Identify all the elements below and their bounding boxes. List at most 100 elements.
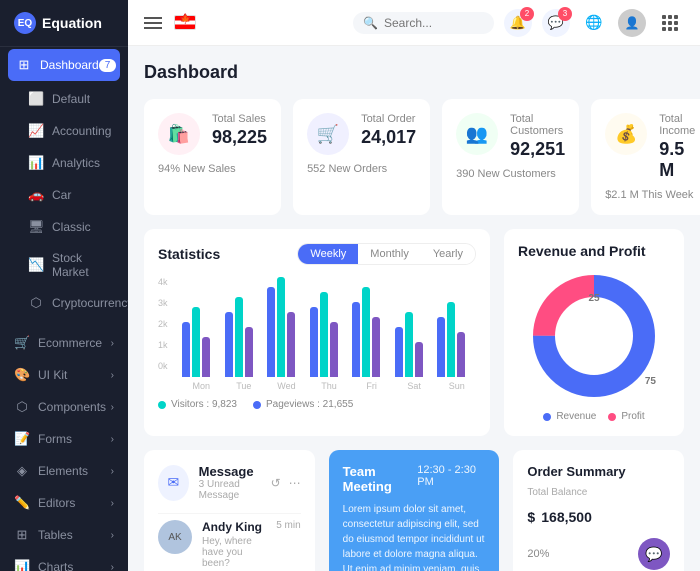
bar-mon-purple: [202, 337, 210, 377]
tab-weekly[interactable]: Weekly: [298, 244, 358, 264]
header-left: [144, 15, 196, 30]
sidebar-item-elements[interactable]: ◈ Elements ›: [0, 455, 128, 487]
bar-group-sat: [395, 312, 434, 377]
flag-icon: [174, 15, 196, 30]
order-title: Order Summary: [527, 464, 670, 479]
x-label-mon: Mon: [182, 381, 221, 391]
chat-fab-button[interactable]: 💬: [638, 538, 670, 570]
content: Dashboard 🛍️ Total Sales 98,225 94% New …: [128, 46, 700, 571]
visitors-dot: [158, 401, 166, 409]
statistics-tabs: Weekly Monthly Yearly: [297, 243, 476, 265]
chart-area: 4k 3k 2k 1k 0k: [158, 277, 476, 391]
orders-sub: 552 New Orders: [307, 163, 416, 175]
sidebar-item-ecommerce[interactable]: 🛒 Ecommerce ›: [0, 327, 128, 359]
notification-chat-button[interactable]: 💬 3: [542, 9, 570, 37]
logo: EQ Equation: [0, 0, 128, 47]
crypto-icon: ⬡: [28, 295, 44, 311]
chevron-right-icon: ›: [111, 562, 114, 571]
order-percent: 20%: [527, 548, 549, 560]
more-icon[interactable]: ⋯: [289, 476, 301, 490]
chevron-right-icon: ›: [111, 370, 114, 381]
bar-tue-teal: [235, 297, 243, 377]
bar-mon-blue: [182, 322, 190, 377]
donut-chart: 25 75: [518, 271, 670, 401]
chevron-right-icon: ›: [111, 530, 114, 541]
grid-menu-button[interactable]: [656, 9, 684, 37]
user-avatar[interactable]: 👤: [618, 9, 646, 37]
message-body: Andy King Hey, where have you been?: [202, 520, 266, 569]
bar-thu-blue: [310, 307, 318, 377]
statistics-title: Statistics: [158, 246, 220, 262]
message-time: 5 min: [276, 520, 300, 531]
x-labels: Mon Tue Wed Thu Fri Sat Sun: [182, 381, 476, 391]
message-header: ✉ Message 3 Unread Message ↺ ⋯: [158, 464, 301, 501]
bar-sun-blue: [437, 317, 445, 377]
sidebar-item-components[interactable]: ⬡ Components ›: [0, 391, 128, 423]
revenue-dot: [543, 413, 551, 421]
sidebar-item-editors[interactable]: ✏️ Editors ›: [0, 487, 128, 519]
profit-legend-label: Profit: [621, 411, 644, 422]
sidebar-item-label: Components: [38, 400, 106, 414]
bar-group-sun: [437, 302, 476, 377]
sidebar-item-label: Default: [52, 92, 90, 106]
sidebar-item-label: UI Kit: [38, 368, 67, 382]
sidebar-item-label: Elements: [38, 464, 88, 478]
sales-value: 98,225: [212, 127, 267, 148]
editors-icon: ✏️: [14, 495, 30, 511]
sidebar-item-forms[interactable]: 📝 Forms ›: [0, 423, 128, 455]
sidebar-item-label: Accounting: [52, 124, 111, 138]
search-input[interactable]: [384, 16, 484, 30]
sidebar-item-analytics[interactable]: 📊 Analytics: [0, 147, 128, 179]
x-label-sun: Sun: [437, 381, 476, 391]
income-label: Total Income: [659, 113, 695, 137]
y-label-0k: 0k: [158, 361, 168, 371]
message-actions[interactable]: ↺ ⋯: [271, 476, 301, 490]
globe-icon-button[interactable]: 🌐: [580, 9, 608, 37]
bar-thu-purple: [330, 322, 338, 377]
meeting-time: 12:30 - 2:30 PM: [417, 464, 485, 488]
bar-wed-teal: [277, 277, 285, 377]
notification-badge-2: 3: [558, 7, 572, 21]
notification-bell-button[interactable]: 🔔 2: [504, 9, 532, 37]
bar-sun-teal: [447, 302, 455, 377]
logo-icon: EQ: [14, 12, 36, 34]
sidebar-item-label: Tables: [38, 528, 73, 542]
header-right: 🔍 🔔 2 💬 3 🌐 👤: [353, 9, 684, 37]
bar-thu-teal: [320, 292, 328, 377]
legend-visitors: Visitors : 9,823: [158, 399, 237, 410]
sidebar-item-label: Classic: [52, 220, 91, 234]
sidebar-item-car[interactable]: 🚗 Car: [0, 179, 128, 211]
tab-yearly[interactable]: Yearly: [421, 244, 475, 264]
bar-sat-blue: [395, 327, 403, 377]
search-box[interactable]: 🔍: [353, 12, 494, 34]
sidebar-item-tables[interactable]: ⊞ Tables ›: [0, 519, 128, 551]
chevron-right-icon: ›: [111, 338, 114, 349]
sidebar-item-default[interactable]: ⬜ Default: [0, 83, 128, 115]
sidebar-item-crypto[interactable]: ⬡ Cryptocurrency: [0, 287, 128, 319]
main-area: 🔍 🔔 2 💬 3 🌐 👤 Dashboard: [128, 0, 700, 571]
orders-label: Total Order: [361, 113, 416, 125]
charts-icon: 📊: [14, 559, 30, 571]
meeting-header: Team Meeting 12:30 - 2:30 PM: [343, 464, 486, 494]
sidebar-item-charts[interactable]: 📊 Charts ›: [0, 551, 128, 571]
menu-toggle-button[interactable]: [144, 17, 162, 29]
sidebar-item-accounting[interactable]: 📈 Accounting: [0, 115, 128, 147]
bar-group-fri: [352, 287, 391, 377]
revenue-legend: Revenue Profit: [518, 411, 670, 422]
sidebar-item-dashboard[interactable]: ⊞ Dashboard 7: [8, 49, 120, 81]
meeting-card: Team Meeting 12:30 - 2:30 PM Lorem ipsum…: [329, 450, 500, 571]
sidebar-item-stockmarket[interactable]: 📉 Stock Market: [0, 243, 128, 287]
donut-label-75: 75: [645, 376, 656, 387]
components-icon: ⬡: [14, 399, 30, 415]
currency-symbol: $: [527, 509, 535, 525]
legend-profit: Profit: [608, 411, 644, 422]
tab-monthly[interactable]: Monthly: [358, 244, 421, 264]
refresh-icon[interactable]: ↺: [271, 476, 281, 490]
sidebar-item-classic[interactable]: 🖥 Classic: [0, 211, 128, 243]
sidebar-item-uikit[interactable]: 🎨 UI Kit ›: [0, 359, 128, 391]
middle-section: Statistics Weekly Monthly Yearly 4k 3k 2…: [144, 229, 684, 436]
chevron-right-icon: ›: [111, 466, 114, 477]
message-sub: 3 Unread Message: [199, 479, 271, 501]
orders-value: 24,017: [361, 127, 416, 148]
message-sender-name: Andy King: [202, 520, 266, 534]
